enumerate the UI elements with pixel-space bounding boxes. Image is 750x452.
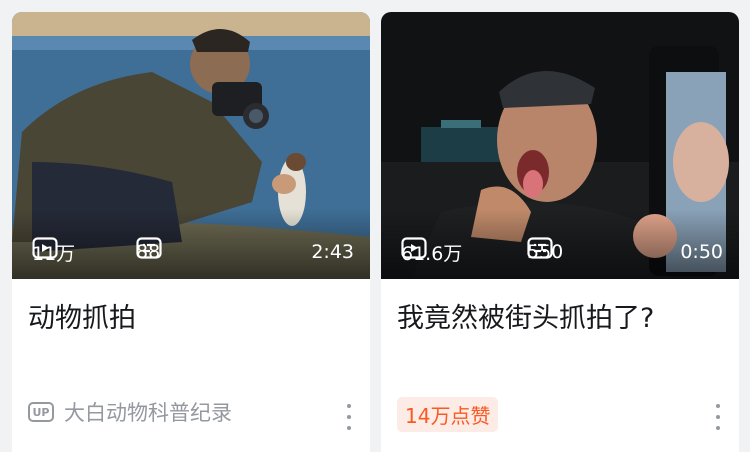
more-vertical-icon[interactable] — [346, 404, 352, 430]
video-title[interactable]: 动物抓拍 — [28, 299, 354, 339]
danmaku-icon — [527, 237, 553, 259]
video-duration: 0:50 — [680, 241, 723, 263]
play-icon — [32, 237, 58, 259]
video-duration: 2:43 — [311, 241, 354, 263]
up-badge: UP — [28, 402, 54, 422]
video-thumbnail[interactable]: 11万 88 2:43 — [12, 12, 370, 279]
more-vertical-icon[interactable] — [715, 404, 721, 430]
video-card[interactable]: 11万 88 2:43 动物抓拍 UP 大白动物科普纪录 — [12, 12, 370, 452]
likes-badge: 14万点赞 — [397, 397, 499, 432]
video-card[interactable]: 61.6万 550 0:50 我竟然被街头抓拍了? 14万点赞 — [381, 12, 739, 452]
danmaku-icon — [136, 237, 162, 259]
video-title[interactable]: 我竟然被街头抓拍了? — [397, 299, 723, 339]
video-thumbnail[interactable]: 61.6万 550 0:50 — [381, 12, 739, 279]
author-name[interactable]: 大白动物科普纪录 — [64, 397, 232, 427]
play-icon — [401, 237, 427, 259]
